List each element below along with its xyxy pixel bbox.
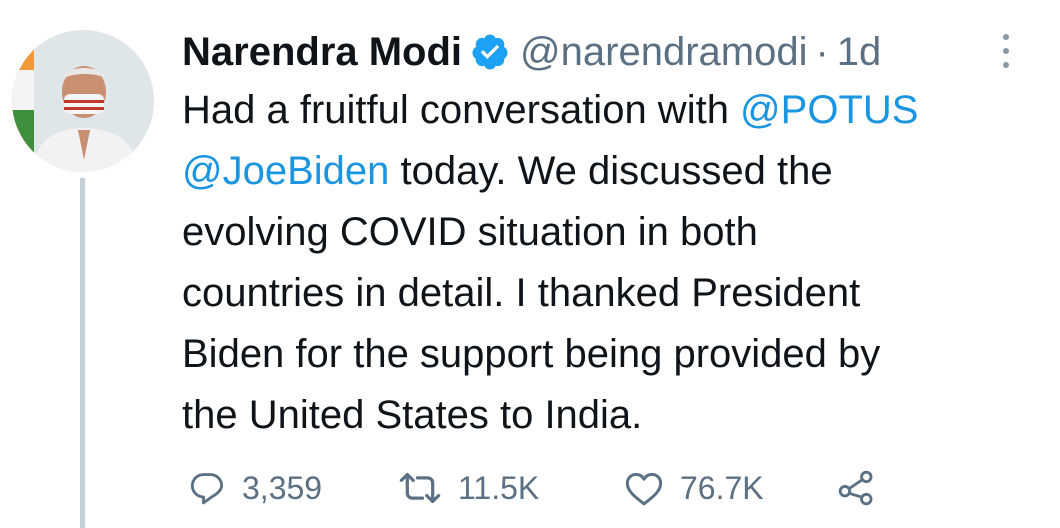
text-segment: the United States to India. — [182, 393, 643, 437]
share-button[interactable] — [836, 466, 876, 510]
reply-count: 3,359 — [242, 469, 323, 506]
like-button[interactable]: 76.7K — [624, 466, 764, 510]
author-name[interactable]: Narendra Modi — [182, 30, 462, 75]
like-count: 76.7K — [680, 469, 764, 506]
avatar[interactable] — [12, 30, 154, 172]
tweet[interactable]: Narendra Modi @narendramodi · 1d Had a f… — [0, 0, 1060, 528]
share-icon — [836, 469, 876, 507]
mention-joebiden[interactable]: @JoeBiden — [182, 149, 389, 193]
profile-photo — [12, 30, 154, 172]
separator-dot: · — [815, 29, 829, 74]
reply-icon — [188, 469, 226, 507]
reply-button[interactable]: 3,359 — [188, 466, 322, 510]
retweet-icon — [398, 469, 442, 507]
verified-badge-icon — [470, 32, 510, 72]
timestamp[interactable]: 1d — [837, 30, 882, 75]
tweet-text: Had a fruitful conversation with @POTUS … — [182, 80, 1022, 446]
tweet-header: Narendra Modi @narendramodi · 1d — [182, 26, 881, 78]
mention-potus[interactable]: @POTUS — [740, 88, 918, 132]
more-options-icon[interactable] — [998, 34, 1014, 68]
text-segment: countries in detail. I thanked President — [182, 271, 861, 315]
retweet-button[interactable]: 11.5K — [398, 466, 539, 510]
text-segment: Biden for the support being provided by — [182, 332, 881, 376]
text-segment: Had a fruitful conversation with — [182, 88, 741, 132]
retweet-count: 11.5K — [458, 469, 540, 506]
thread-line — [80, 178, 85, 528]
tweet-actions: 3,359 11.5K 76.7K — [188, 466, 908, 510]
text-segment: today. We discussed the — [389, 149, 833, 193]
text-segment: evolving COVID situation in both — [182, 210, 758, 254]
author-handle[interactable]: @narendramodi — [520, 30, 807, 75]
heart-icon — [624, 469, 664, 507]
